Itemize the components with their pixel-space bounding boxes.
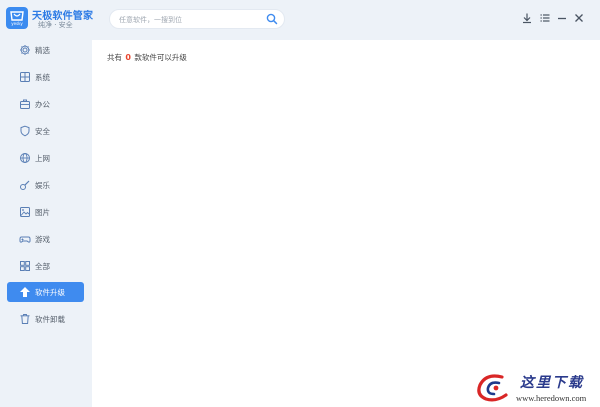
sidebar-item-entertainment[interactable]: 娱乐 (7, 175, 84, 195)
main-content: 共有 0 款软件可以升级 (92, 40, 600, 407)
sidebar-item-office[interactable]: 办公 (7, 94, 84, 114)
briefcase-icon (20, 99, 30, 109)
sidebar-item-label: 办公 (35, 100, 50, 109)
sidebar-item-label: 全部 (35, 262, 50, 271)
sidebar-item-label: 上网 (35, 154, 50, 163)
sidebar-item-images[interactable]: 图片 (7, 202, 84, 222)
sidebar-item-label: 娱乐 (35, 181, 50, 190)
close-icon[interactable] (573, 12, 585, 24)
image-icon (20, 207, 30, 217)
summary-prefix: 共有 (107, 53, 122, 62)
sidebar-item-all[interactable]: 全部 (7, 256, 84, 276)
guitar-icon (20, 180, 30, 190)
search-input[interactable] (119, 13, 259, 26)
sidebar-item-label: 游戏 (35, 235, 50, 244)
shopping-bag-icon (10, 11, 24, 21)
sidebar-item-label: 精选 (35, 46, 50, 55)
app-logo: yesky (6, 7, 28, 29)
window-icon (20, 72, 30, 82)
upgrade-summary: 共有 0 款软件可以升级 (107, 52, 187, 63)
shield-icon (20, 125, 30, 137)
sidebar-item-featured[interactable]: 精选 (7, 40, 84, 60)
sidebar-item-system[interactable]: 系统 (7, 67, 84, 87)
sidebar-item-label: 软件升级 (35, 288, 65, 297)
watermark-url: www.heredown.com (516, 393, 587, 403)
gamepad-icon (19, 236, 31, 243)
upgrade-count: 0 (125, 53, 131, 62)
minimize-icon[interactable] (556, 12, 568, 24)
globe-icon (20, 153, 30, 163)
sidebar-item-label: 系统 (35, 73, 50, 82)
watermark-logo (477, 374, 508, 402)
logo-text: yesky (11, 21, 23, 26)
app-subtitle: 纯净 · 安全 (38, 21, 73, 29)
sidebar-item-security[interactable]: 安全 (7, 121, 84, 141)
title-bar: yesky 天极软件管家 纯净 · 安全 (0, 0, 600, 40)
upgrade-arrow-icon (20, 287, 30, 297)
summary-suffix: 款软件可以升级 (134, 53, 187, 62)
trash-icon (20, 314, 30, 324)
sidebar: 精选 系统 办公 安全 上网 娱乐 图片 游戏 全部 软件升级 软件卸载 (0, 40, 92, 407)
sidebar-item-label: 图片 (35, 208, 50, 217)
sidebar-item-internet[interactable]: 上网 (7, 148, 84, 168)
sidebar-item-games[interactable]: 游戏 (7, 229, 84, 249)
sidebar-item-label: 软件卸载 (35, 315, 65, 324)
search-box (109, 9, 285, 29)
menu-icon[interactable] (539, 12, 551, 24)
gear-icon (20, 45, 30, 55)
sidebar-item-software-upgrade[interactable]: 软件升级 (7, 282, 84, 302)
watermark-title: 这里下载 (520, 375, 584, 391)
grid-icon (20, 261, 30, 271)
download-icon[interactable] (521, 12, 533, 24)
search-icon[interactable] (266, 13, 278, 25)
sidebar-item-software-uninstall[interactable]: 软件卸载 (7, 309, 84, 329)
sidebar-item-label: 安全 (35, 127, 50, 136)
